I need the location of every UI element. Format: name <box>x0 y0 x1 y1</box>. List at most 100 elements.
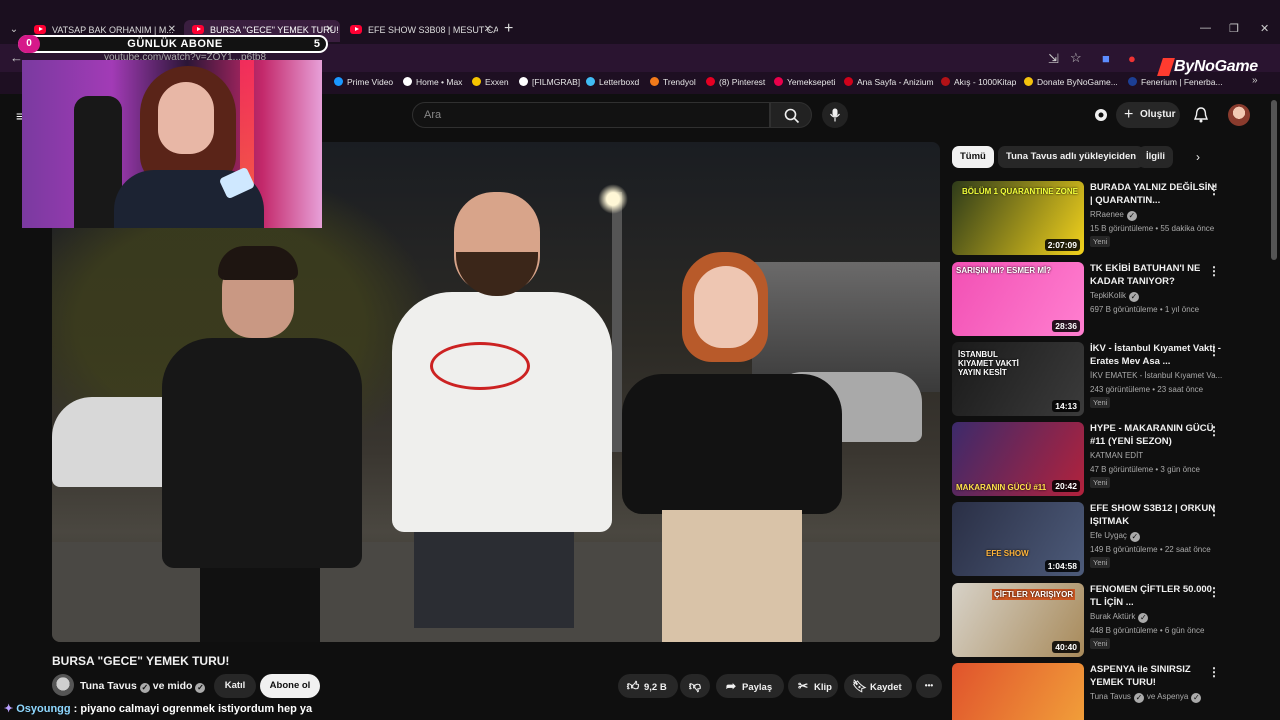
bookmark-max[interactable]: Home • Max <box>403 77 462 87</box>
recommendation-item[interactable]: BÖLÜM 1 QUARANTINE ZONE 2:07:09 BURADA Y… <box>952 181 1268 257</box>
clip-button[interactable]: ✂ Klip <box>788 674 838 698</box>
verified-icon: ✓ <box>1133 693 1144 703</box>
join-button[interactable]: Katıl <box>214 674 256 698</box>
recommendation-thumbnail[interactable] <box>952 663 1084 720</box>
search-input[interactable]: Ara <box>424 109 441 121</box>
bookmark-fenerium[interactable]: Fenerium | Fenerba... <box>1128 77 1223 87</box>
install-app-icon[interactable]: ⇲ <box>1048 51 1059 67</box>
close-tab-icon[interactable]: ✕ <box>484 20 492 40</box>
duration-badge: 40:40 <box>1052 641 1080 653</box>
recommendation-thumbnail[interactable]: EFE SHOW 1:04:58 <box>952 502 1084 576</box>
plus-icon: + <box>1124 106 1134 123</box>
recommendation-item[interactable]: ASPENYA ile SINIRSIZ YEMEK TURU! Tuna Ta… <box>952 663 1268 720</box>
recommendation-title[interactable]: HYPE - MAKARANIN GÜCÜ #11 (YENİ SEZON) <box>1090 422 1222 448</box>
recommendation-thumbnail[interactable]: SARIŞIN MI? ESMER Mİ? 28:36 <box>952 262 1084 336</box>
more-options-icon[interactable]: ⋮ <box>1208 665 1220 679</box>
recommendation-title[interactable]: TK EKİBİ BATUHAN'I NE KADAR TANIYOR? <box>1090 262 1222 288</box>
bookmark-favicon-icon <box>586 77 595 86</box>
chip-related[interactable]: İlgili <box>1138 146 1173 168</box>
video-person-center <box>392 182 612 642</box>
save-button[interactable]: 🔖︎ Kaydet <box>844 674 912 698</box>
chip-all[interactable]: Tümü <box>952 146 994 168</box>
recommendation-item[interactable]: ÇİFTLER YARIŞIYOR 40:40 FENOMEN ÇİFTLER … <box>952 583 1268 659</box>
recommendation-item[interactable]: İSTANBUL KIYAMET VAKTİ YAYIN KESİT 14:13… <box>952 342 1268 418</box>
more-options-icon[interactable]: ⋮ <box>1208 585 1220 599</box>
bookmark-icon: 🔖︎ <box>852 679 868 693</box>
verified-icon: ✓ <box>1138 613 1149 623</box>
bookmark-anizium[interactable]: Ana Sayfa - Anizium <box>844 77 934 87</box>
sub-goal-label: GÜNLÜK ABONE <box>127 38 223 50</box>
recommendation-title[interactable]: BURADA YALNIZ DEĞİLSİN! | QUARANTIN... <box>1090 181 1222 207</box>
youtube-favicon-icon <box>350 25 362 34</box>
bookmark-favicon-icon <box>472 77 481 86</box>
more-options-icon[interactable]: ⋮ <box>1208 424 1220 438</box>
bookmarks-more-icon[interactable]: » <box>1252 75 1258 86</box>
bookmark-exxen[interactable]: Exxen <box>472 77 509 87</box>
bookmark-letterboxd[interactable]: Letterboxd <box>586 77 639 87</box>
recommendation-thumbnail[interactable]: ÇİFTLER YARIŞIYOR 40:40 <box>952 583 1084 657</box>
recommendation-item[interactable]: MAKARANIN GÜCÜ #11 20:42 HYPE - MAKARANI… <box>952 422 1268 498</box>
video-person-right <box>622 252 842 642</box>
search-box[interactable]: Ara <box>412 102 770 128</box>
bookmark-star-icon[interactable]: ☆ <box>1070 50 1082 66</box>
thumbs-up-icon: 👍︎ <box>626 679 640 693</box>
duration-badge: 2:07:09 <box>1044 239 1080 251</box>
bookmark-filmgrab[interactable]: [FILMGRAB] <box>519 77 580 87</box>
share-button[interactable]: ➦ Paylaş <box>716 674 784 698</box>
duration-badge: 28:36 <box>1052 320 1080 332</box>
verified-icon: ✓ <box>195 683 206 693</box>
account-avatar[interactable] <box>1228 104 1250 126</box>
more-options-icon[interactable]: ⋮ <box>1208 344 1220 358</box>
create-button[interactable]: + Oluştur <box>1116 102 1180 128</box>
recommendation-item[interactable]: EFE SHOW 1:04:58 EFE SHOW S3B12 | ORKUN … <box>952 502 1268 578</box>
verified-icon: ✓ <box>1126 211 1137 221</box>
recommendation-thumbnail[interactable]: MAKARANIN GÜCÜ #11 20:42 <box>952 422 1084 496</box>
browser-tab-3[interactable]: EFE SHOW S3B08 | MESUT CAN... ✕ <box>342 20 498 42</box>
extension-icon[interactable]: ● <box>1128 51 1136 66</box>
tab-title: EFE SHOW S3B08 | MESUT CAN... <box>368 25 498 35</box>
chips-next-chevron-icon[interactable]: › <box>1196 150 1200 164</box>
restore-icon[interactable]: ❐ <box>1229 22 1239 35</box>
page-scrollbar[interactable] <box>1271 100 1277 260</box>
translate-extension-icon[interactable]: ■ <box>1102 51 1110 66</box>
like-button[interactable]: 👍︎ 9,2 B <box>618 674 678 698</box>
more-options-icon[interactable]: ⋮ <box>1208 504 1220 518</box>
minimize-icon[interactable]: — <box>1200 22 1211 34</box>
chat-badge-icon: ✦ <box>4 703 14 715</box>
dislike-button[interactable]: 👎︎ <box>680 674 710 698</box>
recommendation-thumbnail[interactable]: İSTANBUL KIYAMET VAKTİ YAYIN KESİT 14:13 <box>952 342 1084 416</box>
recommendation-thumbnail[interactable]: BÖLÜM 1 QUARANTINE ZONE 2:07:09 <box>952 181 1084 255</box>
channel-name[interactable]: Tuna Tavus ✓ ve mido ✓ <box>80 680 208 693</box>
recommendation-title[interactable]: ASPENYA ile SINIRSIZ YEMEK TURU! <box>1090 663 1222 689</box>
close-window-icon[interactable]: ✕ <box>1260 22 1269 35</box>
new-badge: Yeni <box>1090 236 1111 247</box>
bookmark-favicon-icon <box>941 77 950 86</box>
recommendation-title[interactable]: EFE SHOW S3B12 | ORKUN IŞITMAK <box>1090 502 1222 528</box>
bookmark-bynogame-donate[interactable]: Donate ByNoGame... <box>1024 77 1118 87</box>
notifications-bell-icon[interactable] <box>1192 106 1210 124</box>
bookmark-trendyol[interactable]: Trendyol <box>650 77 696 87</box>
tab-list-chevron-icon[interactable]: ⌄ <box>6 22 22 38</box>
bookmark-pinterest[interactable]: (8) Pinterest <box>706 77 765 87</box>
thumbs-down-icon: 👎︎ <box>688 679 702 693</box>
video-person-left <box>162 246 362 642</box>
premium-gear-icon[interactable] <box>1092 106 1110 124</box>
bookmark-yemeksepeti[interactable]: Yemeksepeti <box>774 77 835 87</box>
recommendation-item[interactable]: SARIŞIN MI? ESMER Mİ? 28:36 TK EKİBİ BAT… <box>952 262 1268 338</box>
recommendation-title[interactable]: FENOMEN ÇİFTLER 50.000 TL İÇİN ... <box>1090 583 1222 609</box>
voice-search-button[interactable] <box>822 102 848 128</box>
more-options-icon[interactable]: ⋮ <box>1208 183 1220 197</box>
bookmark-1000kitap[interactable]: Akış - 1000Kitap <box>941 77 1016 87</box>
subscribe-button[interactable]: Abone ol <box>260 674 320 698</box>
more-actions-button[interactable]: ••• <box>916 674 942 698</box>
recommendation-channel: Burak Aktürk ✓ <box>1090 612 1149 623</box>
bookmark-prime-video[interactable]: Prime Video <box>334 77 393 87</box>
new-tab-button[interactable]: + <box>504 20 513 38</box>
tab-title: BURSA "GECE" YEMEK TURU! - <box>210 25 340 35</box>
chip-from-uploader[interactable]: Tuna Tavus adlı yükleyiciden <box>998 146 1145 168</box>
channel-avatar[interactable] <box>52 674 74 696</box>
verified-icon: ✓ <box>139 683 150 693</box>
recommendation-title[interactable]: İKV - İstanbul Kıyamet Vakti - Erates Me… <box>1090 342 1222 368</box>
search-button[interactable] <box>770 102 812 128</box>
more-options-icon[interactable]: ⋮ <box>1208 264 1220 278</box>
